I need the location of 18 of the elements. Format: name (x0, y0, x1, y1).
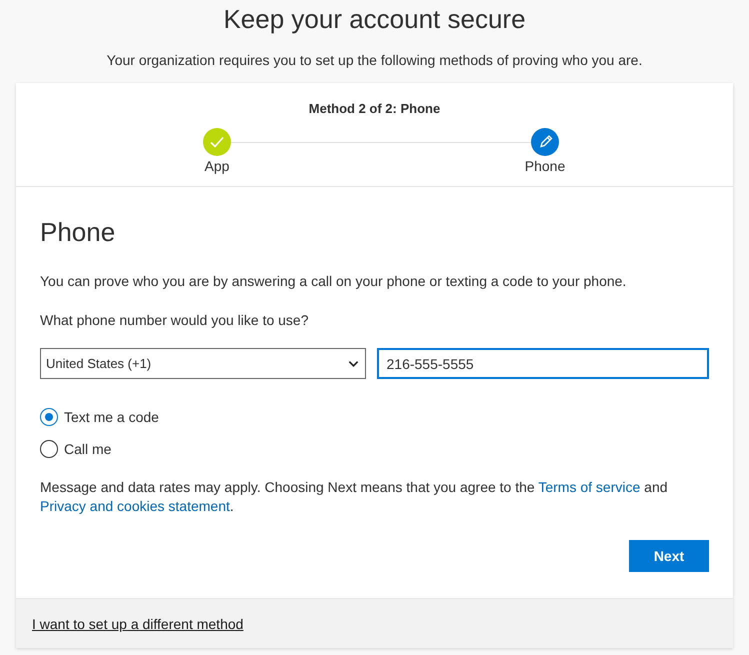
radio-option[interactable]: Text me a code (40, 408, 709, 426)
step-label: App (204, 158, 230, 174)
chevron-down-icon (348, 360, 358, 368)
different-method-link[interactable]: I want to set up a different method (32, 616, 244, 632)
phone-number-field[interactable]: 216-555-5555 (376, 348, 709, 379)
country-dropdown[interactable]: United States (+1) (40, 348, 366, 379)
disclaimer-text: Message and data rates may apply. Choosing Next means that you agree to the Terms of service and Privacy and cookies statement. (40, 478, 669, 516)
page-title: Keep your account secure (222, 4, 527, 34)
privacy-link[interactable]: Privacy and cookies statement (40, 498, 230, 514)
page-subtitle: Your organization requires you to set up the following methods of proving who you are. (106, 52, 644, 68)
phone-question: What phone number would you like to use? (40, 311, 310, 330)
method-heading: Phone (40, 217, 116, 248)
terms-link[interactable]: Terms of service (538, 479, 640, 495)
step-label: Phone (524, 158, 566, 174)
radio-option[interactable]: Call me (40, 440, 709, 458)
next-button[interactable]: Next (629, 540, 709, 572)
step-caption: Method 2 of 2: Phone (308, 101, 442, 116)
method-description: You can prove who you are by answering a call on your phone or texting a code to your phone. (40, 272, 628, 291)
